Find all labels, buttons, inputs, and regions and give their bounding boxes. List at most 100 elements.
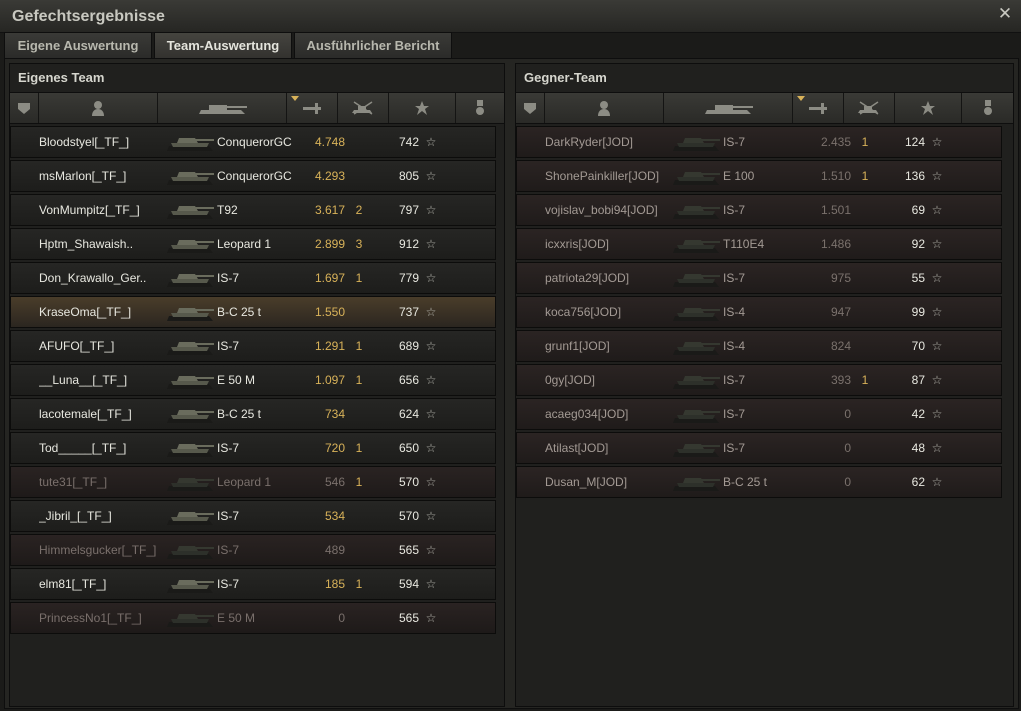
damage-value: 1.697	[314, 271, 345, 285]
damage-value: 0	[844, 407, 851, 421]
frags-value: 1	[861, 135, 869, 149]
star-icon: ☆	[931, 135, 943, 149]
table-row[interactable]: Dusan_M[JOD] B-C 25 t 0 62 ☆	[516, 466, 1002, 498]
damage-value: 1.291	[314, 339, 345, 353]
table-row[interactable]: 0gy[JOD] IS-7 393 1 87 ☆	[516, 364, 1002, 396]
damage-icon[interactable]	[287, 93, 338, 123]
table-row[interactable]: ShonePainkiller[JOD] E 100 1.510 1 136 ☆	[516, 160, 1002, 192]
frags-value	[857, 195, 873, 227]
tab-ausfuehrlicher-bericht[interactable]: Ausführlicher Bericht	[294, 32, 452, 58]
tab-team-auswertung[interactable]: Team-Auswertung	[154, 32, 292, 58]
star-icon: ☆	[425, 271, 437, 285]
player-name: koca756[JOD]	[545, 305, 622, 319]
table-row[interactable]: lacotemale[_TF_] B-C 25 t 734 624 ☆	[10, 398, 496, 430]
damage-value: 2.899	[314, 237, 345, 251]
tank-image	[161, 127, 217, 157]
xp-value: 42	[911, 407, 925, 421]
table-row[interactable]: patriota29[JOD] IS-7 975 55 ☆	[516, 262, 1002, 294]
star-icon: ☆	[425, 407, 437, 421]
table-row[interactable]: AFUFO[_TF_] IS-7 1.291 1 689 ☆	[10, 330, 496, 362]
tank-icon	[167, 580, 214, 593]
tank-icon[interactable]	[158, 93, 287, 123]
medal-icon[interactable]	[962, 93, 1013, 123]
player-name: acaeg034[JOD]	[545, 407, 629, 421]
player-icon[interactable]	[545, 93, 664, 123]
tank-image	[161, 399, 217, 429]
tank-name: IS-7	[723, 441, 746, 455]
damage-value: 4.293	[314, 169, 345, 183]
player-name: KraseOma[_TF_]	[39, 305, 132, 319]
xp-value: 136	[904, 169, 925, 183]
table-row[interactable]: DarkRyder[JOD] IS-7 2.435 1 124 ☆	[516, 126, 1002, 158]
xp-value: 570	[398, 509, 419, 523]
tank-image	[667, 365, 723, 395]
medal-icon[interactable]	[456, 93, 504, 123]
table-row[interactable]: Bloodstyel[_TF_] ConquerorGC 4.748 742 ☆	[10, 126, 496, 158]
frags-value	[351, 603, 367, 635]
tank-icon	[167, 546, 214, 559]
tank-image	[161, 535, 217, 565]
table-row[interactable]: Atilast[JOD] IS-7 0 48 ☆	[516, 432, 1002, 464]
star-icon: ☆	[425, 373, 437, 387]
tank-icon[interactable]	[664, 93, 793, 123]
tank-image	[161, 603, 217, 633]
table-row[interactable]: VonMumpitz[_TF_] T92 3.617 2 797 ☆	[10, 194, 496, 226]
damage-value: 489	[324, 543, 345, 557]
tank-image	[161, 161, 217, 191]
tank-icon	[673, 410, 720, 423]
table-row[interactable]: vojislav_bobi94[JOD] IS-7 1.501 69 ☆	[516, 194, 1002, 226]
table-row[interactable]: icxxris[JOD] T110E4 1.486 92 ☆	[516, 228, 1002, 260]
frags-value: 1	[861, 169, 869, 183]
tank-name: IS-7	[217, 339, 240, 353]
frags-value	[857, 229, 873, 261]
tab-eigene-auswertung[interactable]: Eigene Auswertung	[4, 32, 152, 58]
xp-value: 92	[911, 237, 925, 251]
table-row[interactable]: msMarlon[_TF_] ConquerorGC 4.293 805 ☆	[10, 160, 496, 192]
window-title: Gefechtsergebnisse	[12, 8, 165, 25]
table-row[interactable]: Himmelsgucker[_TF_] IS-7 489 565 ☆	[10, 534, 496, 566]
tank-icon	[673, 308, 720, 321]
player-name: msMarlon[_TF_]	[39, 169, 127, 183]
enemy-team-panel: Gegner-Team DarkRyder[JOD] IS-7 2.435 1 …	[515, 63, 1014, 707]
table-row[interactable]: Don_Krawallo_Ger.. IS-7 1.697 1 779 ☆	[10, 262, 496, 294]
table-row[interactable]: acaeg034[JOD] IS-7 0 42 ☆	[516, 398, 1002, 430]
table-row[interactable]: Tod_____[_TF_] IS-7 720 1 650 ☆	[10, 432, 496, 464]
squad-icon[interactable]	[10, 93, 39, 123]
tank-icon	[673, 274, 720, 287]
tank-icon	[167, 138, 214, 151]
damage-icon[interactable]	[793, 93, 844, 123]
player-icon[interactable]	[39, 93, 158, 123]
table-row[interactable]: grunf1[JOD] IS-4 824 70 ☆	[516, 330, 1002, 362]
tank-icon	[167, 206, 214, 219]
xp-value: 656	[398, 373, 419, 387]
frags-value	[857, 263, 873, 295]
tank-image	[161, 229, 217, 259]
player-name: Tod_____[_TF_]	[39, 441, 127, 455]
table-row[interactable]: PrincessNo1[_TF_] E 50 M 0 565 ☆	[10, 602, 496, 634]
table-row[interactable]: _Jibril_[_TF_] IS-7 534 570 ☆	[10, 500, 496, 532]
frags-value	[857, 467, 873, 499]
player-name: AFUFO[_TF_]	[39, 339, 115, 353]
table-row[interactable]: Hptm_Shawaish.. Leopard 1 2.899 3 912 ☆	[10, 228, 496, 260]
star-icon: ☆	[425, 611, 437, 625]
damage-value: 0	[844, 441, 851, 455]
xp-star-icon[interactable]	[895, 93, 962, 123]
table-row[interactable]: elm81[_TF_] IS-7 185 1 594 ☆	[10, 568, 496, 600]
xp-star-icon[interactable]	[389, 93, 456, 123]
table-row[interactable]: tute31[_TF_] Leopard 1 546 1 570 ☆	[10, 466, 496, 498]
table-row[interactable]: KraseOma[_TF_] B-C 25 t 1.550 737 ☆	[10, 296, 496, 328]
kills-icon[interactable]	[844, 93, 895, 123]
damage-value: 1.097	[314, 373, 345, 387]
frags-value: 1	[355, 441, 363, 455]
close-icon[interactable]: ✕	[997, 5, 1013, 22]
tank-icon	[167, 308, 214, 321]
frags-value	[351, 127, 367, 159]
tank-icon	[167, 478, 214, 491]
kills-icon[interactable]	[338, 93, 389, 123]
table-row[interactable]: koca756[JOD] IS-4 947 99 ☆	[516, 296, 1002, 328]
xp-value: 912	[398, 237, 419, 251]
enemy-team-header	[516, 92, 1013, 124]
squad-icon[interactable]	[516, 93, 545, 123]
star-icon: ☆	[931, 271, 943, 285]
table-row[interactable]: __Luna__[_TF_] E 50 M 1.097 1 656 ☆	[10, 364, 496, 396]
